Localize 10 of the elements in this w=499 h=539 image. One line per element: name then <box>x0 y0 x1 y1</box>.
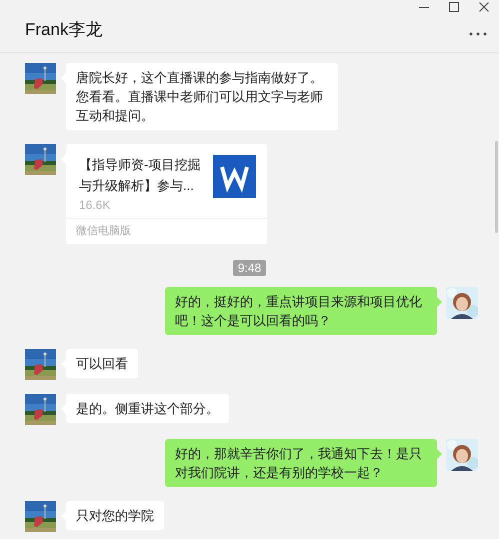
more-icon[interactable] <box>469 32 487 36</box>
close-icon[interactable] <box>479 2 489 12</box>
file-name: 【指导师资-项目挖掘与升级解析】参与... <box>79 156 202 195</box>
word-document-icon <box>213 155 256 198</box>
scrollbar[interactable] <box>495 141 498 233</box>
window-title: Frank李龙 <box>25 19 102 41</box>
timestamp: 9:48 <box>232 260 266 276</box>
file-size: 16.6K <box>79 198 112 212</box>
maximize-icon[interactable] <box>449 2 459 12</box>
file-source: 微信电脑版 <box>66 218 267 244</box>
